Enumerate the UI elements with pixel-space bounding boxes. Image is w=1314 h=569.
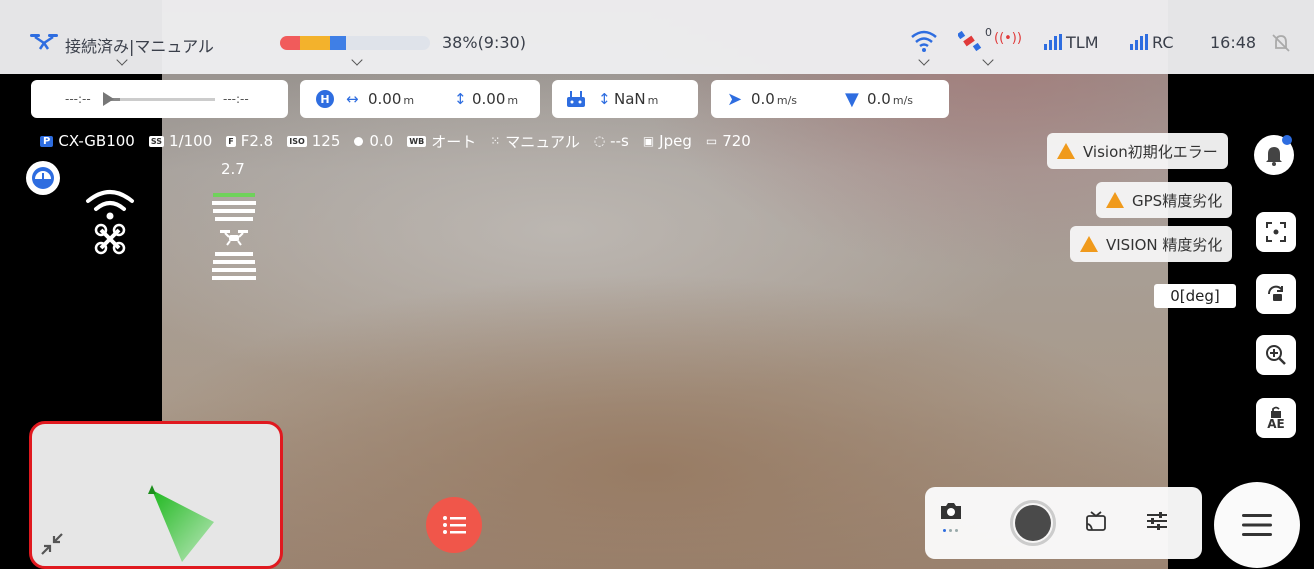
rtk-signal-icon: ((•)): [994, 31, 1022, 46]
rc-altitude-pill: ↕ NaN m: [552, 80, 698, 118]
home-distance-value: 0.00: [368, 90, 402, 108]
drone-heading-cone: [148, 485, 214, 562]
ae-label: AE: [1267, 417, 1285, 431]
white-balance-icon: WB: [407, 135, 427, 147]
connection-status[interactable]: 接続済み|マニュアル: [65, 33, 214, 57]
speed-pill: ➤ 0.0 m/s ▼ 0.0 m/s: [711, 80, 949, 118]
vertical-speed-icon: ▼: [845, 88, 859, 110]
notifications-button[interactable]: [1254, 135, 1294, 175]
tlm-signal-icon: [1044, 34, 1062, 50]
rc-altitude-value: NaN: [614, 90, 646, 108]
timeline-end: ---:--: [223, 92, 249, 106]
gimbal-icon: [32, 167, 54, 189]
gimbal-reset-button[interactable]: [1256, 274, 1296, 314]
notification-badge: [1282, 135, 1292, 145]
interval-value[interactable]: --s: [610, 132, 629, 150]
interval-icon: ◌: [593, 133, 606, 149]
rc-label: RC: [1152, 33, 1174, 52]
warning-icon: [1057, 143, 1075, 159]
minimize-map-icon[interactable]: [40, 532, 64, 556]
clock: 16:48: [1210, 33, 1257, 52]
playback-icon[interactable]: [1085, 510, 1107, 532]
status-bar: 接続済み|マニュアル 38%(9:30) 0 ((•)) TLM RC 16:4…: [0, 0, 1314, 74]
zoom-in-icon: [1266, 345, 1286, 365]
obstacle-distance: 2.7: [221, 160, 245, 178]
position-pill: H ↔ 0.00 m ↕ 0.00 m: [300, 80, 540, 118]
aperture-icon: F: [226, 135, 236, 147]
camera-icon: [941, 503, 961, 519]
tlm-label: TLM: [1066, 33, 1099, 52]
zoom-button[interactable]: [1256, 335, 1296, 375]
drone-icon: [220, 230, 248, 246]
timeline-start: ---:--: [65, 92, 91, 106]
hamburger-menu-icon: [1242, 514, 1272, 536]
program-mode-icon: P: [40, 135, 54, 147]
horizontal-speed-icon: ➤: [727, 88, 743, 110]
warning-vision-accuracy[interactable]: VISION 精度劣化: [1070, 226, 1233, 262]
chevron-down-icon[interactable]: [982, 54, 994, 66]
notifications-muted-icon[interactable]: [1270, 32, 1292, 54]
rc-signal-icon: [1130, 34, 1148, 50]
focus-frame-icon: [1266, 222, 1286, 242]
gimbal-mode-button[interactable]: [26, 161, 60, 195]
drone-icon[interactable]: [30, 34, 58, 50]
ev-value[interactable]: 0.0: [369, 132, 393, 150]
rotate-icon: [1268, 285, 1283, 301]
wifi-icon[interactable]: [910, 30, 938, 52]
aperture-value[interactable]: F2.8: [241, 132, 273, 150]
flight-timeline[interactable]: ---:-- ---:--: [31, 80, 288, 118]
horizontal-speed-value: 0.0: [751, 90, 775, 108]
shutter-button[interactable]: [1010, 500, 1056, 546]
satellite-count: 0: [985, 26, 992, 39]
obstacle-indicator: [210, 190, 258, 286]
iso-icon: ISO: [287, 135, 307, 147]
shutter-speed[interactable]: 1/100: [169, 132, 212, 150]
white-balance-value[interactable]: オート: [431, 131, 476, 152]
list-icon: [443, 516, 466, 534]
exposure-icon: [354, 136, 364, 146]
warning-vision-init[interactable]: Vision初期化エラー: [1047, 133, 1228, 169]
video-resolution[interactable]: 720: [722, 132, 751, 150]
chevron-down-icon[interactable]: [918, 54, 930, 66]
altitude-icon: ↕: [598, 90, 611, 108]
camera-parameters-row: P CX-GB100 SS 1/100 F F2.8 ISO 125 0.0 WB オート…: [40, 130, 765, 152]
warning-gps-accuracy[interactable]: GPS精度劣化: [1096, 182, 1233, 218]
drone-signal-icon: [86, 190, 134, 255]
controller-icon: [567, 91, 585, 107]
image-format[interactable]: Jpeg: [659, 132, 692, 150]
bell-icon: [1266, 147, 1282, 166]
focus-target-button[interactable]: [1256, 212, 1296, 252]
altitude-icon: ↕: [454, 90, 467, 108]
warning-icon: [1106, 192, 1124, 208]
battery-level-bar: [280, 36, 430, 50]
iso-value[interactable]: 125: [312, 132, 341, 150]
camera-control-bar: [925, 487, 1202, 559]
warning-icon: [1080, 236, 1098, 252]
chevron-down-icon[interactable]: [351, 54, 363, 66]
mini-map[interactable]: [29, 421, 283, 569]
main-menu-button[interactable]: [1214, 482, 1300, 568]
focus-icon: ⁙: [490, 134, 501, 148]
camera-settings-icon[interactable]: [1145, 510, 1169, 532]
camera-model: CX-GB100: [58, 132, 135, 150]
altitude-value: 0.00: [472, 90, 506, 108]
home-icon: H: [316, 90, 334, 108]
ae-lock-button[interactable]: AE: [1256, 398, 1296, 438]
focus-mode[interactable]: マニュアル: [505, 131, 580, 152]
battery-percentage: 38%(9:30): [442, 33, 526, 52]
image-format-icon: ▣: [642, 134, 655, 148]
timeline-track: [105, 98, 215, 101]
vertical-speed-value: 0.0: [867, 90, 891, 108]
photo-mode-button[interactable]: [939, 501, 973, 541]
horizontal-distance-icon: ↔: [346, 90, 359, 108]
video-resolution-icon: ▭: [705, 134, 718, 148]
timeline-play-handle[interactable]: [103, 92, 114, 106]
gimbal-angle-label: 0[deg]: [1154, 284, 1236, 308]
shutter-icon: SS: [148, 135, 165, 147]
mission-list-button[interactable]: [426, 497, 482, 553]
satellite-icon[interactable]: [958, 30, 984, 54]
